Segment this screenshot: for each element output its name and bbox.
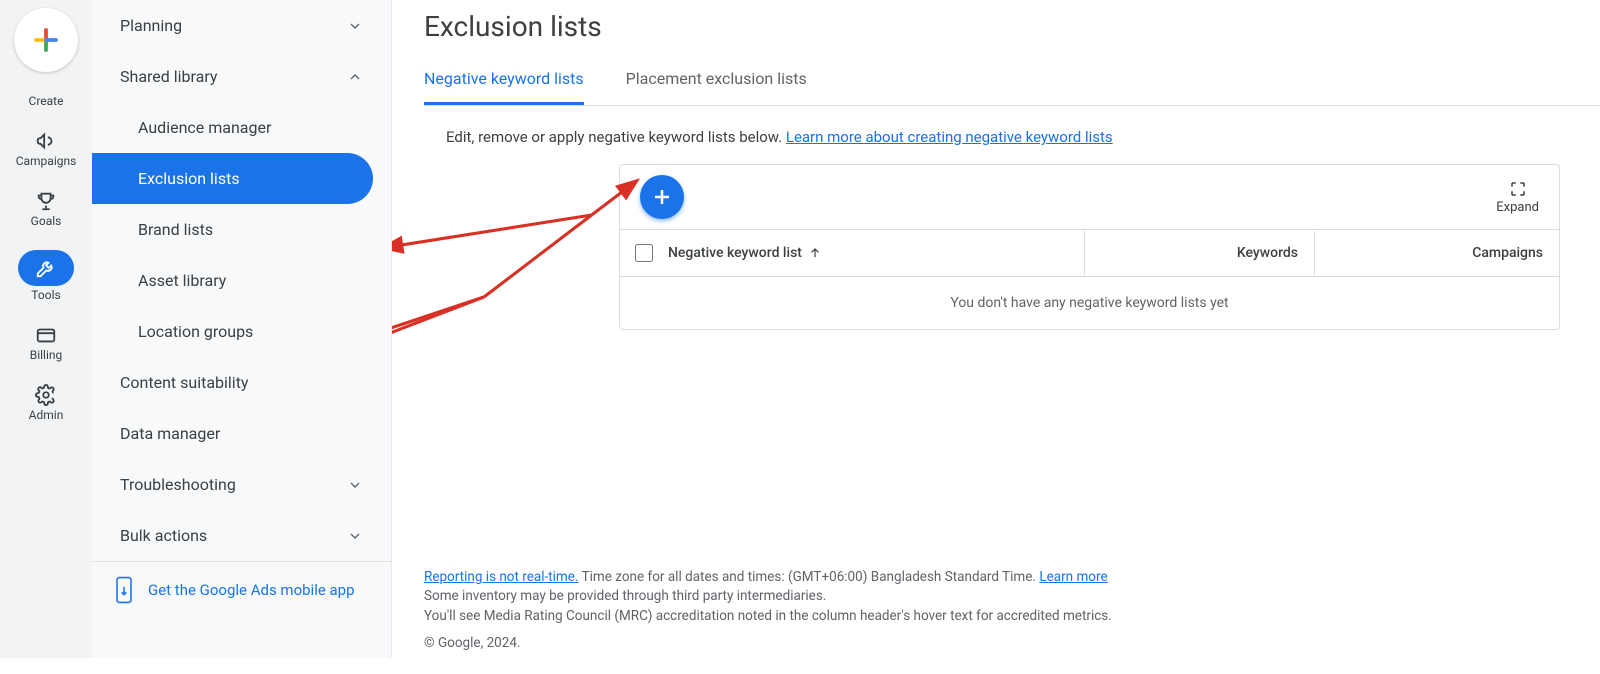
rail-label: Goals: [31, 214, 62, 228]
sidebar-label: Troubleshooting: [120, 475, 236, 494]
column-label: Keywords: [1237, 245, 1298, 261]
sidebar-audience-manager[interactable]: Audience manager: [92, 102, 391, 153]
chevron-down-icon: [347, 528, 363, 544]
sidebar-label: Asset library: [138, 271, 226, 290]
footer-line3: You'll see Media Rating Council (MRC) ac…: [424, 607, 1560, 627]
sidebar-brand-lists[interactable]: Brand lists: [92, 204, 391, 255]
sidebar-planning[interactable]: Planning: [92, 0, 391, 51]
description-text: Edit, remove or apply negative keyword l…: [446, 128, 786, 146]
sidebar: Planning Shared library Audience manager…: [92, 0, 392, 658]
sidebar-asset-library[interactable]: Asset library: [92, 255, 391, 306]
add-list-button[interactable]: [640, 175, 684, 219]
page-title: Exclusion lists: [424, 10, 1600, 43]
rail-billing[interactable]: Billing: [30, 324, 63, 362]
sidebar-label: Bulk actions: [120, 526, 207, 545]
sidebar-troubleshooting[interactable]: Troubleshooting: [92, 459, 391, 510]
select-all-cell: [620, 230, 668, 276]
mobile-app-link[interactable]: Get the Google Ads mobile app: [92, 561, 391, 618]
lists-card: Expand Negative keyword list Keywords Ca…: [619, 164, 1560, 330]
main: Exclusion lists Negative keyword lists P…: [392, 0, 1600, 658]
trophy-icon: [35, 190, 57, 212]
mobile-app-label: Get the Google Ads mobile app: [148, 581, 355, 599]
table-header: Negative keyword list Keywords Campaigns: [620, 230, 1559, 277]
sidebar-label: Brand lists: [138, 220, 213, 239]
chevron-down-icon: [347, 477, 363, 493]
sidebar-shared-library[interactable]: Shared library: [92, 51, 391, 102]
rail-tools[interactable]: Tools: [18, 250, 74, 302]
sidebar-exclusion-lists[interactable]: Exclusion lists: [92, 153, 373, 204]
reporting-link[interactable]: Reporting is not real-time.: [424, 569, 579, 585]
footer: Reporting is not real-time. Time zone fo…: [424, 568, 1560, 654]
sidebar-data-manager[interactable]: Data manager: [92, 408, 391, 459]
expand-label: Expand: [1496, 200, 1539, 215]
rail-goals[interactable]: Goals: [31, 190, 62, 228]
column-campaigns[interactable]: Campaigns: [1314, 231, 1559, 275]
tab-negative-keyword-lists[interactable]: Negative keyword lists: [424, 69, 584, 105]
rail-label: Campaigns: [16, 154, 77, 168]
footer-tz: Time zone for all dates and times: (GMT+…: [579, 569, 1040, 585]
column-label: Campaigns: [1472, 245, 1543, 261]
sidebar-label: Content suitability: [120, 373, 249, 392]
chevron-down-icon: [347, 18, 363, 34]
sidebar-label: Audience manager: [138, 118, 271, 137]
create-button[interactable]: [14, 8, 78, 72]
expand-button[interactable]: Expand: [1496, 180, 1539, 215]
select-all-checkbox[interactable]: [635, 244, 653, 262]
tabs: Negative keyword lists Placement exclusi…: [424, 69, 1600, 106]
learn-more-link[interactable]: Learn more about creating negative keywo…: [786, 128, 1113, 146]
tab-placement-exclusion-lists[interactable]: Placement exclusion lists: [626, 69, 807, 105]
tools-icon: [35, 257, 57, 279]
sidebar-location-groups[interactable]: Location groups: [92, 306, 391, 357]
sidebar-label: Shared library: [120, 67, 217, 86]
rail: Create Campaigns Goals Tools Billing Adm…: [0, 0, 92, 658]
gear-icon: [35, 384, 57, 406]
card-toolbar: Expand: [620, 165, 1559, 230]
column-label: Negative keyword list: [668, 245, 802, 261]
sidebar-label: Data manager: [120, 424, 220, 443]
learn-more-footer-link[interactable]: Learn more: [1039, 569, 1107, 585]
megaphone-icon: [35, 130, 57, 152]
column-keywords[interactable]: Keywords: [1084, 231, 1314, 275]
expand-icon: [1509, 180, 1527, 198]
chevron-up-icon: [347, 69, 363, 85]
tab-label: Placement exclusion lists: [626, 69, 807, 88]
sort-up-icon: [808, 246, 822, 260]
rail-label: Tools: [31, 288, 60, 302]
sidebar-content-suitability[interactable]: Content suitability: [92, 357, 391, 408]
rail-label: Admin: [29, 408, 64, 422]
description: Edit, remove or apply negative keyword l…: [424, 106, 1600, 164]
rail-label: Create: [29, 94, 64, 108]
sidebar-bulk-actions[interactable]: Bulk actions: [92, 510, 391, 561]
card-icon: [35, 324, 57, 346]
phone-icon: [114, 576, 134, 604]
sidebar-label: Location groups: [138, 322, 253, 341]
rail-admin[interactable]: Admin: [29, 384, 64, 422]
sidebar-label: Exclusion lists: [138, 169, 240, 188]
sidebar-label: Planning: [120, 16, 182, 35]
tab-label: Negative keyword lists: [424, 69, 584, 88]
footer-line2: Some inventory may be provided through t…: [424, 587, 1560, 607]
rail-campaigns[interactable]: Campaigns: [16, 130, 77, 168]
column-name[interactable]: Negative keyword list: [668, 231, 1084, 275]
plus-multicolor-icon: [31, 25, 61, 55]
plus-icon: [650, 185, 674, 209]
rail-label: Billing: [30, 348, 63, 362]
footer-copyright: © Google, 2024.: [424, 634, 1560, 654]
empty-state: You don't have any negative keyword list…: [620, 277, 1559, 329]
rail-create-label[interactable]: Create: [29, 94, 64, 108]
